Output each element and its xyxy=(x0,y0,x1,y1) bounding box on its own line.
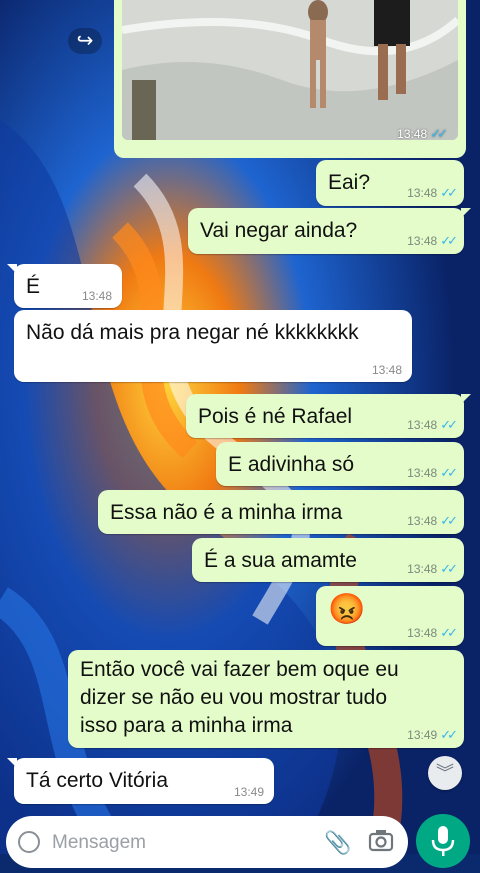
message-meta: 13:48 ✓✓ xyxy=(407,561,458,576)
message-bubble[interactable]: Vai negar ainda? 13:48 ✓✓ xyxy=(188,208,471,254)
double-check-icon: ✓✓ xyxy=(440,513,458,528)
message-meta: 13:48 xyxy=(371,363,402,377)
message-bubble[interactable]: Tá certo Vitória 13:49 xyxy=(7,758,274,804)
double-check-icon: ✓✓ xyxy=(430,126,448,141)
message-meta: 13:48 xyxy=(81,289,112,303)
camera-icon[interactable] xyxy=(368,828,394,857)
message-meta: 13:48 ✓✓ xyxy=(407,417,458,432)
message-bubble[interactable]: É 13:48 xyxy=(7,264,122,308)
mic-icon[interactable] xyxy=(416,814,470,868)
message-input-bar: 📎 xyxy=(6,816,408,868)
message-meta: 13:48 ✓✓ xyxy=(407,625,458,640)
message-bubble[interactable]: Eai? 13:48 ✓✓ xyxy=(316,160,464,206)
message-text: Não dá mais pra negar né kkkkkkkk xyxy=(26,321,359,344)
message-text: Pois é né Rafael xyxy=(198,405,353,428)
message-bubble[interactable]: E adivinha só 13:48 ✓✓ xyxy=(216,442,464,486)
double-check-icon: ✓✓ xyxy=(440,185,458,200)
image-timestamp: 13:48 ✓✓ xyxy=(397,126,448,141)
message-bubble[interactable]: É a sua amamte 13:48 ✓✓ xyxy=(192,538,464,582)
message-text: Tá certo Vitória xyxy=(26,769,169,792)
double-check-icon: ✓✓ xyxy=(440,417,458,432)
scroll-down-icon[interactable]: ︾ xyxy=(428,756,462,790)
double-check-icon: ✓✓ xyxy=(440,465,458,480)
message-text: É a sua amamte xyxy=(204,549,357,572)
forward-icon[interactable]: ↪ xyxy=(68,28,102,54)
beach-photo[interactable] xyxy=(122,0,458,140)
message-bubble[interactable]: 😡 13:48 ✓✓ xyxy=(316,586,464,646)
message-text: Então você vai fazer bem oque eu dizer s… xyxy=(80,658,399,737)
message-meta: 13:48 ✓✓ xyxy=(407,513,458,528)
message-text: E adivinha só xyxy=(228,453,355,476)
attach-icon[interactable]: 📎 xyxy=(324,830,351,856)
message-meta: 13:49 xyxy=(233,785,264,799)
message-text: É xyxy=(26,275,41,298)
message-bubble[interactable]: Pois é né Rafael 13:48 ✓✓ xyxy=(186,394,471,438)
double-check-icon: ✓✓ xyxy=(440,727,458,742)
double-check-icon: ✓✓ xyxy=(440,625,458,640)
message-meta: 13:48 ✓✓ xyxy=(407,465,458,480)
double-check-icon: ✓✓ xyxy=(440,561,458,576)
emoji-message: 😡 xyxy=(328,593,366,626)
emoji-icon[interactable] xyxy=(18,831,40,853)
message-text: Eai? xyxy=(328,171,371,194)
message-bubble[interactable]: Então você vai fazer bem oque eu dizer s… xyxy=(68,650,464,748)
double-check-icon: ✓✓ xyxy=(440,233,458,248)
message-text: Essa não é a minha irma xyxy=(110,501,343,524)
image-message[interactable]: 13:48 ✓✓ xyxy=(114,0,466,158)
message-bubble[interactable]: Não dá mais pra negar né kkkkkkkk 13:48 xyxy=(14,310,412,382)
message-meta: 13:48 ✓✓ xyxy=(407,185,458,200)
message-bubble[interactable]: Essa não é a minha irma 13:48 ✓✓ xyxy=(98,490,464,534)
message-meta: 13:49 ✓✓ xyxy=(407,727,458,742)
message-text: Vai negar ainda? xyxy=(200,219,358,242)
message-meta: 13:48 ✓✓ xyxy=(407,233,458,248)
